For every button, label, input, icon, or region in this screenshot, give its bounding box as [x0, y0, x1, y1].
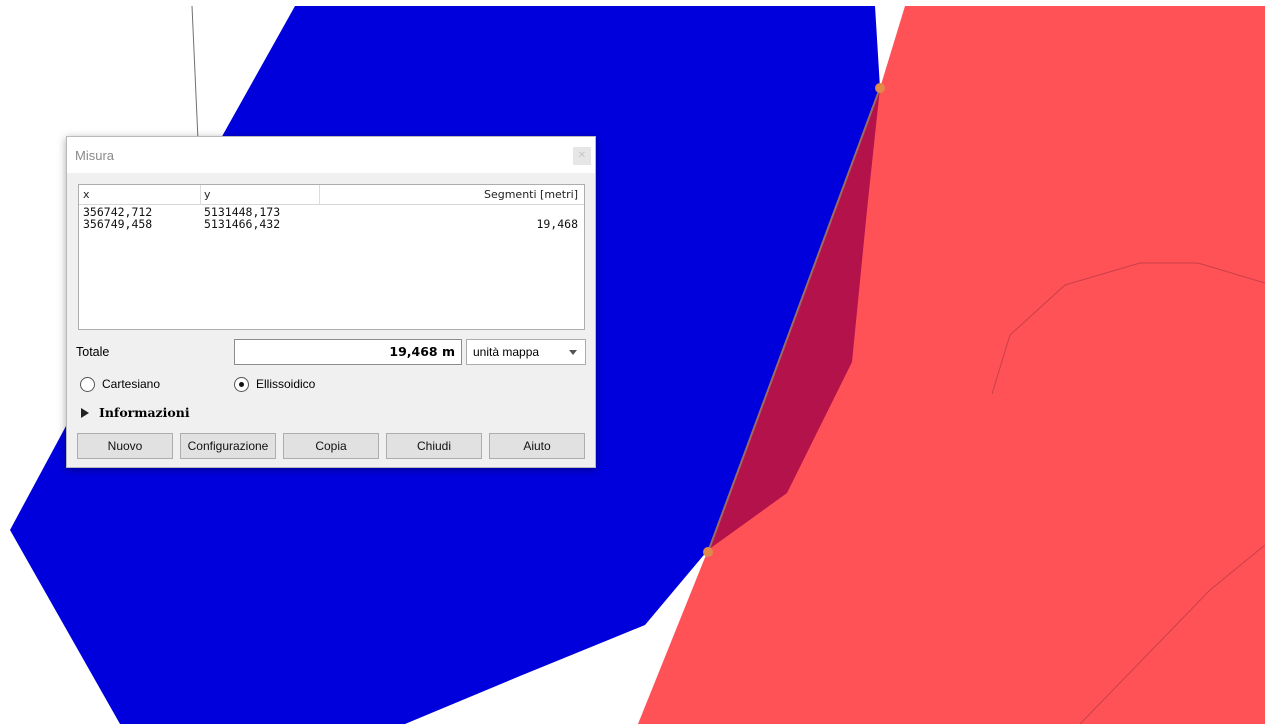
- column-header-x[interactable]: x: [83, 188, 90, 201]
- close-button[interactable]: Chiudi: [386, 433, 482, 459]
- radio-circle[interactable]: [234, 377, 249, 392]
- column-header-segments[interactable]: Segmenti [metri]: [484, 188, 578, 201]
- radio-cartesian-label: Cartesiano: [102, 377, 161, 391]
- radio-selected-dot: [239, 382, 244, 387]
- map-guide-line: [191, 5, 199, 141]
- close-icon[interactable]: ✕: [573, 147, 591, 165]
- measure-vertex-start[interactable]: [875, 83, 885, 93]
- cell-x: 356749,458: [83, 217, 153, 231]
- radio-circle[interactable]: [80, 377, 95, 392]
- dialog-titlebar[interactable]: Misura ✕: [67, 137, 595, 173]
- help-button[interactable]: Aiuto: [489, 433, 585, 459]
- measure-dialog: Misura ✕ x y Segmenti [metri] 356742,712…: [66, 136, 596, 468]
- configuration-button[interactable]: Configurazione: [180, 433, 276, 459]
- new-button[interactable]: Nuovo: [77, 433, 173, 459]
- measure-vertex-end[interactable]: [703, 547, 713, 557]
- total-label: Totale: [76, 345, 110, 359]
- cell-y: 5131466,432: [204, 217, 281, 231]
- cell-segment: 19,468: [536, 217, 578, 231]
- units-dropdown[interactable]: unità mappa: [466, 339, 586, 365]
- measurements-table[interactable]: x y Segmenti [metri] 356742,712 5131448,…: [78, 184, 585, 330]
- radio-ellipsoidal-label: Ellissoidico: [256, 377, 316, 391]
- expand-arrow-icon[interactable]: [81, 408, 89, 418]
- table-row[interactable]: 356749,458 5131466,432 19,468: [79, 218, 584, 230]
- total-value-field[interactable]: 19,468 m: [234, 339, 462, 365]
- table-row[interactable]: 356742,712 5131448,173: [79, 206, 584, 218]
- table-header: x y Segmenti [metri]: [79, 185, 584, 205]
- chevron-down-icon: [569, 350, 577, 355]
- units-selected-value: unità mappa: [473, 345, 540, 359]
- dialog-title: Misura: [75, 148, 115, 163]
- column-header-y[interactable]: y: [204, 188, 211, 201]
- copy-button[interactable]: Copia: [283, 433, 379, 459]
- info-label: Informazioni: [99, 405, 190, 420]
